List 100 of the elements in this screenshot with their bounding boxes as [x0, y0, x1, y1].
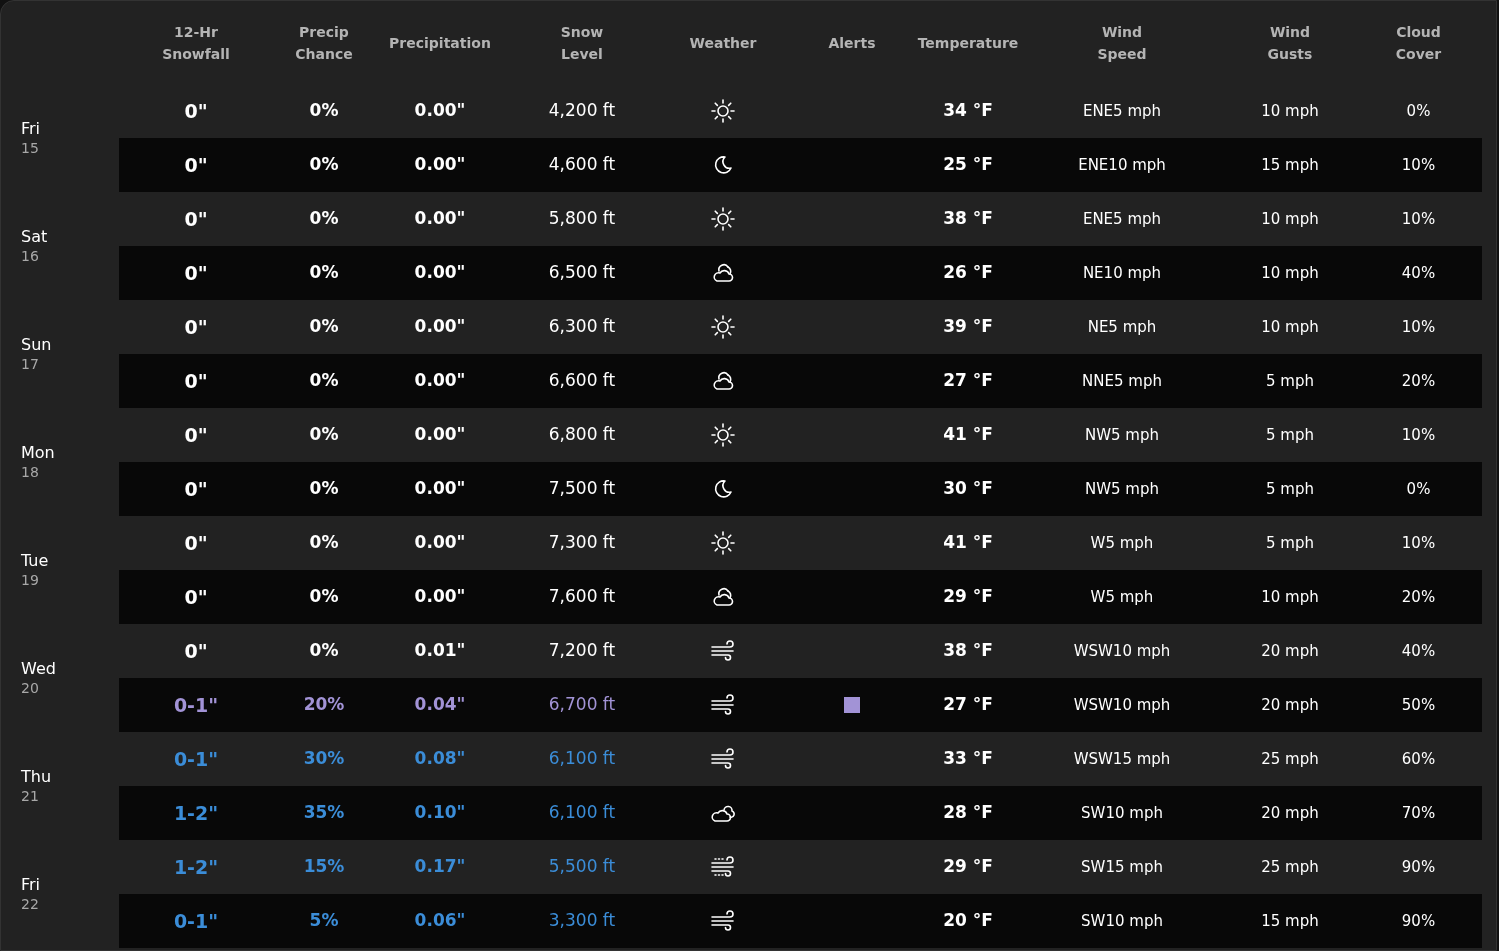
cloud-cover: 20% [1401, 370, 1436, 392]
day-name: Thu [21, 767, 53, 787]
snow-level: 6,800 ft [548, 423, 616, 447]
day-date: 18 [21, 463, 40, 481]
cloud-cover: 10% [1401, 424, 1436, 446]
snow-level: 5,800 ft [548, 207, 616, 231]
wind-speed: SW10 mph [1081, 802, 1163, 824]
snowfall-value: 0" [184, 98, 208, 124]
wind-speed: ENE5 mph [1082, 208, 1162, 230]
day-name: Fri [21, 875, 42, 895]
day-date: 21 [21, 787, 40, 805]
day-name: Sun [21, 335, 53, 355]
temperature: 27 °F [943, 693, 993, 717]
wind-speed: WSW10 mph [1073, 694, 1171, 716]
temperature: 38 °F [943, 207, 993, 231]
precip-chance: 0% [309, 531, 339, 555]
snowfall-value: 0-1" [173, 692, 219, 718]
cloud-cover: 0% [1406, 478, 1431, 500]
temperature: 41 °F [943, 423, 993, 447]
wind-gusts: 5 mph [1266, 478, 1314, 500]
precipitation-amount: 0.00" [414, 477, 466, 501]
cloud-cover: 10% [1401, 154, 1436, 176]
wind-gusts: 5 mph [1266, 532, 1314, 554]
day-name: Mon [21, 443, 56, 463]
snowfall-value: 0" [184, 368, 208, 394]
cloud-cover: 40% [1401, 262, 1436, 284]
snow-level: 6,300 ft [548, 315, 616, 339]
column-header: Wind Gusts [1267, 22, 1313, 64]
cloud-cover: 20% [1401, 586, 1436, 608]
sun-icon [709, 529, 737, 557]
snowfall-value: 0" [184, 260, 208, 286]
alert-marker[interactable] [844, 697, 860, 713]
day-name: Tue [21, 551, 50, 571]
temperature: 33 °F [943, 747, 993, 771]
column-header: Alerts [828, 33, 876, 53]
column-header: 12-Hr Snowfall [162, 22, 230, 64]
wind-gusts: 25 mph [1261, 748, 1319, 770]
temperature: 27 °F [943, 369, 993, 393]
temperature: 25 °F [943, 153, 993, 177]
precip-chance: 35% [303, 801, 345, 825]
cloud-cover: 60% [1401, 748, 1436, 770]
wind-gusts: 5 mph [1266, 370, 1314, 392]
precip-chance: 0% [309, 477, 339, 501]
column-header: Precip Chance [295, 22, 353, 64]
snow-level: 5,500 ft [548, 855, 616, 879]
wind-speed: NW5 mph [1085, 424, 1159, 446]
snow-level: 4,600 ft [548, 153, 616, 177]
precipitation-amount: 0.06" [414, 909, 466, 933]
precip-chance: 30% [303, 747, 345, 771]
cloud-cover: 90% [1401, 910, 1436, 932]
cloud-cover: 40% [1401, 640, 1436, 662]
precip-chance: 0% [309, 99, 339, 123]
wind-gusts: 10 mph [1261, 262, 1319, 284]
day-name: Wed [21, 659, 57, 679]
temperature: 26 °F [943, 261, 993, 285]
temperature: 29 °F [943, 585, 993, 609]
snowfall-value: 0-1" [173, 746, 219, 772]
wind-gusts: 25 mph [1261, 856, 1319, 878]
column-header: Snow Level [560, 22, 604, 64]
precipitation-amount: 0.00" [414, 315, 466, 339]
wind-gusts: 5 mph [1266, 424, 1314, 446]
cloud-cover: 90% [1401, 856, 1436, 878]
day-date: 22 [21, 895, 40, 913]
snowfall-value: 0" [184, 422, 208, 448]
temperature: 28 °F [943, 801, 993, 825]
precip-chance: 0% [309, 153, 339, 177]
wind-gusts: 10 mph [1261, 586, 1319, 608]
wind-speed: ENE10 mph [1078, 154, 1166, 176]
day-date: 15 [21, 139, 40, 157]
column-header: Weather [689, 33, 757, 53]
precipitation-amount: 0.00" [414, 207, 466, 231]
wind-gusts: 10 mph [1261, 316, 1319, 338]
snowfall-value: 0" [184, 152, 208, 178]
precipitation-amount: 0.00" [414, 153, 466, 177]
sun-icon [709, 97, 737, 125]
snow-level: 7,600 ft [548, 585, 616, 609]
precip-chance: 20% [303, 693, 345, 717]
day-name: Fri [21, 119, 42, 139]
cloud-cover: 10% [1401, 532, 1436, 554]
wind-speed: NNE5 mph [1082, 370, 1162, 392]
wind-speed: WSW10 mph [1073, 640, 1171, 662]
precipitation-amount: 0.00" [414, 423, 466, 447]
wind-speed: NE10 mph [1082, 262, 1162, 284]
snowfall-value: 0" [184, 584, 208, 610]
sun-icon [709, 421, 737, 449]
day-date: 20 [21, 679, 40, 697]
snowfall-value: 0" [184, 206, 208, 232]
snow-level: 4,200 ft [548, 99, 616, 123]
precip-chance: 0% [309, 585, 339, 609]
precipitation-amount: 0.00" [414, 261, 466, 285]
temperature: 30 °F [943, 477, 993, 501]
precip-chance: 0% [309, 261, 339, 285]
precip-chance: 15% [303, 855, 345, 879]
precipitation-amount: 0.00" [414, 99, 466, 123]
wind-gusts: 20 mph [1261, 640, 1319, 662]
temperature: 41 °F [943, 531, 993, 555]
cloud-cover: 10% [1401, 316, 1436, 338]
sun-icon [709, 205, 737, 233]
snow-level: 3,300 ft [548, 909, 616, 933]
snowfall-value: 1-2" [173, 854, 219, 880]
